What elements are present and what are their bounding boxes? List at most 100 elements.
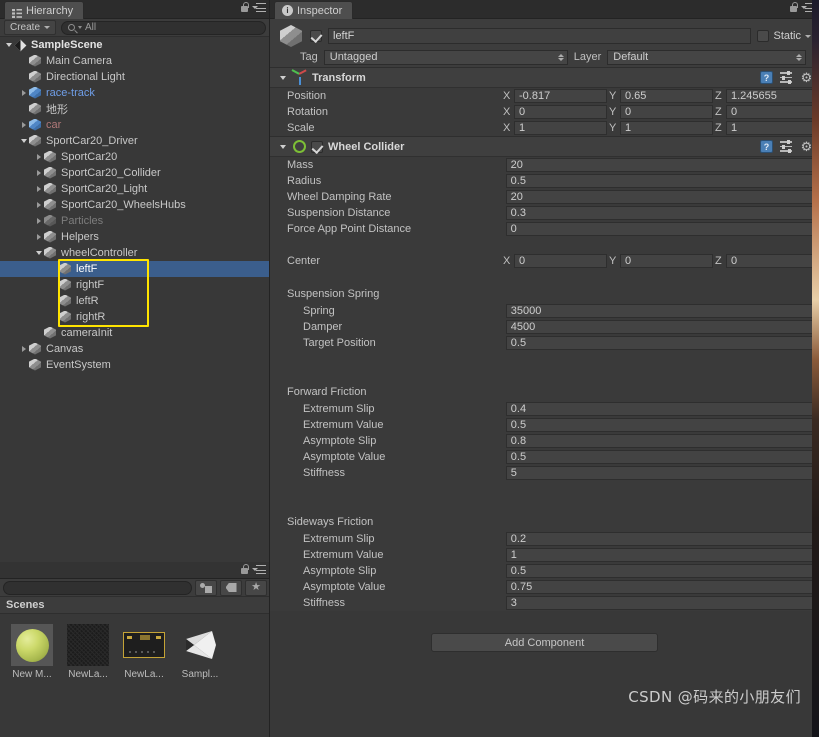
project-asset-item[interactable]: New M... — [6, 624, 58, 680]
hierarchy-item-leftr[interactable]: leftR — [0, 293, 270, 309]
property-input-y[interactable]: 1 — [620, 121, 713, 135]
project-search-input[interactable] — [3, 580, 192, 595]
property-input[interactable]: 0.5 — [505, 450, 819, 464]
project-asset-item[interactable]: NewLa... — [118, 624, 170, 680]
tab-inspector[interactable]: i Inspector — [274, 1, 354, 19]
project-asset-grid[interactable]: New M... NewLa... NewLa... Sampl... — [0, 614, 270, 680]
chevron-right-icon[interactable] — [18, 90, 29, 96]
property-input[interactable]: 0.5 — [505, 174, 819, 188]
panel-menu-icon[interactable] — [252, 2, 266, 13]
property-input-z[interactable]: 0 — [726, 254, 819, 268]
hierarchy-item-sportcar20-collider[interactable]: SportCar20_Collider — [0, 165, 270, 181]
preset-icon[interactable] — [780, 140, 793, 153]
panel-menu-icon[interactable] — [252, 564, 266, 575]
chevron-right-icon[interactable] — [18, 346, 29, 352]
filter-by-label-button[interactable] — [220, 579, 242, 596]
hierarchy-item-camerainit[interactable]: cameraInit — [0, 325, 270, 341]
help-icon[interactable]: ? — [760, 71, 773, 84]
lock-icon[interactable] — [240, 564, 249, 575]
static-checkbox[interactable] — [757, 30, 770, 42]
property-input[interactable]: 20 — [505, 158, 819, 172]
project-asset-item[interactable]: Sampl... — [174, 624, 226, 680]
chevron-right-icon[interactable] — [33, 154, 44, 160]
hierarchy-item-rightr[interactable]: rightR — [0, 309, 270, 325]
property-input-x[interactable]: 0 — [514, 254, 607, 268]
property-input[interactable]: 0.5 — [505, 564, 819, 578]
chevron-right-icon[interactable] — [33, 202, 44, 208]
filter-by-type-button[interactable] — [195, 579, 217, 596]
property-input[interactable]: 20 — [505, 190, 819, 204]
layer-dropdown[interactable]: Default — [607, 49, 807, 65]
hierarchy-item-sportcar20[interactable]: SportCar20 — [0, 149, 270, 165]
object-enabled-checkbox[interactable] — [310, 30, 322, 42]
hierarchy-item-main-camera[interactable]: Main Camera — [0, 53, 270, 69]
property-input[interactable]: 4500 — [505, 320, 819, 334]
scene-view-sliver[interactable] — [812, 0, 819, 737]
hierarchy-item-directional-light[interactable]: Directional Light — [0, 69, 270, 85]
property-input[interactable]: 0.5 — [505, 418, 819, 432]
hierarchy-item-wheelcontroller[interactable]: wheelController — [0, 245, 270, 261]
component-enabled-checkbox[interactable] — [311, 140, 323, 153]
property-input[interactable]: 0.75 — [505, 580, 819, 594]
tag-dropdown[interactable]: Untagged — [323, 49, 568, 65]
property-input-y[interactable]: 0 — [620, 105, 713, 119]
component-header[interactable]: Wheel Collider ? ⚙ — [270, 137, 819, 157]
hierarchy-item-canvas[interactable]: Canvas — [0, 341, 270, 357]
component-header[interactable]: Transform ? ⚙ — [270, 68, 819, 88]
chevron-right-icon[interactable] — [18, 122, 29, 128]
project-breadcrumb[interactable]: Scenes — [0, 597, 270, 614]
panel-divider[interactable] — [269, 0, 270, 737]
hierarchy-item-sportcar20-light[interactable]: SportCar20_Light — [0, 181, 270, 197]
chevron-down-icon[interactable] — [18, 139, 29, 143]
hierarchy-item-samplescene[interactable]: SampleScene — [0, 37, 270, 53]
create-button[interactable]: Create — [4, 20, 57, 35]
hierarchy-item-leftf[interactable]: leftF — [0, 261, 270, 277]
lock-icon[interactable] — [789, 2, 798, 13]
property-input-z[interactable]: 1 — [726, 121, 819, 135]
property-input[interactable]: 1 — [505, 548, 819, 562]
hierarchy-item-sportcar20-wheelshubs[interactable]: SportCar20_WheelsHubs — [0, 197, 270, 213]
property-input[interactable]: 0 — [505, 222, 819, 236]
property-input-y[interactable]: 0 — [620, 254, 713, 268]
property-input[interactable]: 0.2 — [505, 532, 819, 546]
hierarchy-item-car[interactable]: car — [0, 117, 270, 133]
hierarchy-item-[interactable]: 地形 — [0, 101, 270, 117]
hierarchy-tree[interactable]: SampleScene Main Camera Directional Light r… — [0, 37, 270, 543]
project-asset-item[interactable]: NewLa... — [62, 624, 114, 680]
property-input-x[interactable]: 1 — [514, 121, 607, 135]
favorites-button[interactable]: ★ — [245, 579, 267, 596]
hierarchy-item-helpers[interactable]: Helpers — [0, 229, 270, 245]
chevron-right-icon[interactable] — [33, 218, 44, 224]
lock-icon[interactable] — [240, 2, 249, 13]
tab-hierarchy[interactable]: Hierarchy — [4, 1, 85, 19]
hierarchy-item-sportcar20-driver[interactable]: SportCar20_Driver — [0, 133, 270, 149]
property-input-y[interactable]: 0.65 — [620, 89, 713, 103]
chevron-right-icon[interactable] — [33, 186, 44, 192]
preset-icon[interactable] — [780, 71, 793, 84]
property-input-z[interactable]: 1.245655 — [726, 89, 819, 103]
object-name-input[interactable]: leftF — [328, 28, 752, 44]
property-input-x[interactable]: -0.817 — [514, 89, 607, 103]
add-component-button[interactable]: Add Component — [431, 633, 658, 652]
hierarchy-item-eventsystem[interactable]: EventSystem — [0, 357, 270, 373]
hierarchy-item-rightf[interactable]: rightF — [0, 277, 270, 293]
property-input[interactable]: 0.4 — [505, 402, 819, 416]
chevron-down-icon[interactable] — [277, 75, 288, 80]
property-input[interactable]: 5 — [505, 466, 819, 480]
hierarchy-search-input[interactable]: All — [61, 20, 266, 35]
chevron-right-icon[interactable] — [33, 170, 44, 176]
property-input[interactable]: 0.8 — [505, 434, 819, 448]
chevron-down-icon[interactable] — [805, 34, 811, 38]
property-input[interactable]: 3 — [505, 596, 819, 610]
chevron-down-icon[interactable] — [33, 251, 44, 255]
property-input-x[interactable]: 0 — [514, 105, 607, 119]
chevron-down-icon[interactable] — [277, 144, 288, 149]
property-input[interactable]: 35000 — [505, 304, 819, 318]
hierarchy-item-particles[interactable]: Particles — [0, 213, 270, 229]
static-toggle[interactable]: Static — [757, 30, 811, 42]
property-input-z[interactable]: 0 — [726, 105, 819, 119]
property-input[interactable]: 0.3 — [505, 206, 819, 220]
chevron-down-icon[interactable] — [3, 43, 14, 47]
chevron-right-icon[interactable] — [33, 234, 44, 240]
hierarchy-item-race-track[interactable]: race-track — [0, 85, 270, 101]
